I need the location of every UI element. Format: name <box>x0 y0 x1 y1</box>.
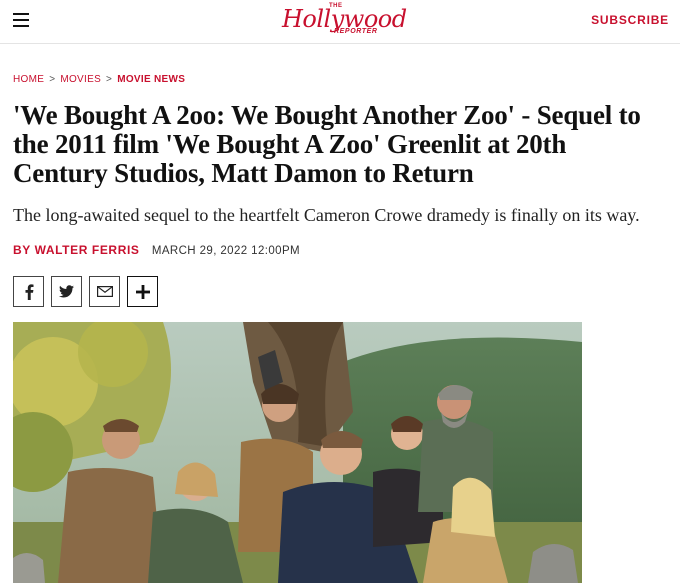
hero-image <box>13 322 582 583</box>
breadcrumb: HOME > MOVIES > MOVIE NEWS <box>13 74 185 85</box>
share-more-button[interactable] <box>127 276 158 307</box>
share-facebook-button[interactable] <box>13 276 44 307</box>
byline: BY WALTER FERRIS MARCH 29, 2022 12:00PM <box>13 243 300 257</box>
facebook-icon <box>25 283 33 300</box>
twitter-icon <box>59 285 74 298</box>
breadcrumb-home[interactable]: HOME <box>13 74 44 85</box>
plus-icon <box>135 284 150 299</box>
breadcrumb-movie-news[interactable]: MOVIE NEWS <box>117 74 185 85</box>
author-link[interactable]: BY WALTER FERRIS <box>13 243 140 257</box>
breadcrumb-separator: > <box>49 74 56 85</box>
hamburger-menu-icon[interactable] <box>13 13 29 27</box>
article-headline: 'We Bought A 2oo: We Bought Another Zoo'… <box>13 100 641 188</box>
article-dek: The long-awaited sequel to the heartfelt… <box>13 205 640 225</box>
publish-date: MARCH 29, 2022 12:00PM <box>151 245 300 257</box>
hero-photo-illustration <box>13 322 582 583</box>
share-toolbar <box>13 276 158 307</box>
top-navigation-bar: THE Hollywood REPORTER SUBSCRIBE <box>0 0 680 44</box>
email-icon <box>96 286 113 297</box>
share-email-button[interactable] <box>89 276 120 307</box>
logo-reporter-text: REPORTER <box>334 28 378 35</box>
subscribe-link[interactable]: SUBSCRIBE <box>591 13 669 27</box>
share-twitter-button[interactable] <box>51 276 82 307</box>
breadcrumb-movies[interactable]: MOVIES <box>60 74 101 85</box>
site-logo[interactable]: THE Hollywood REPORTER <box>282 3 407 39</box>
breadcrumb-separator: > <box>106 74 113 85</box>
